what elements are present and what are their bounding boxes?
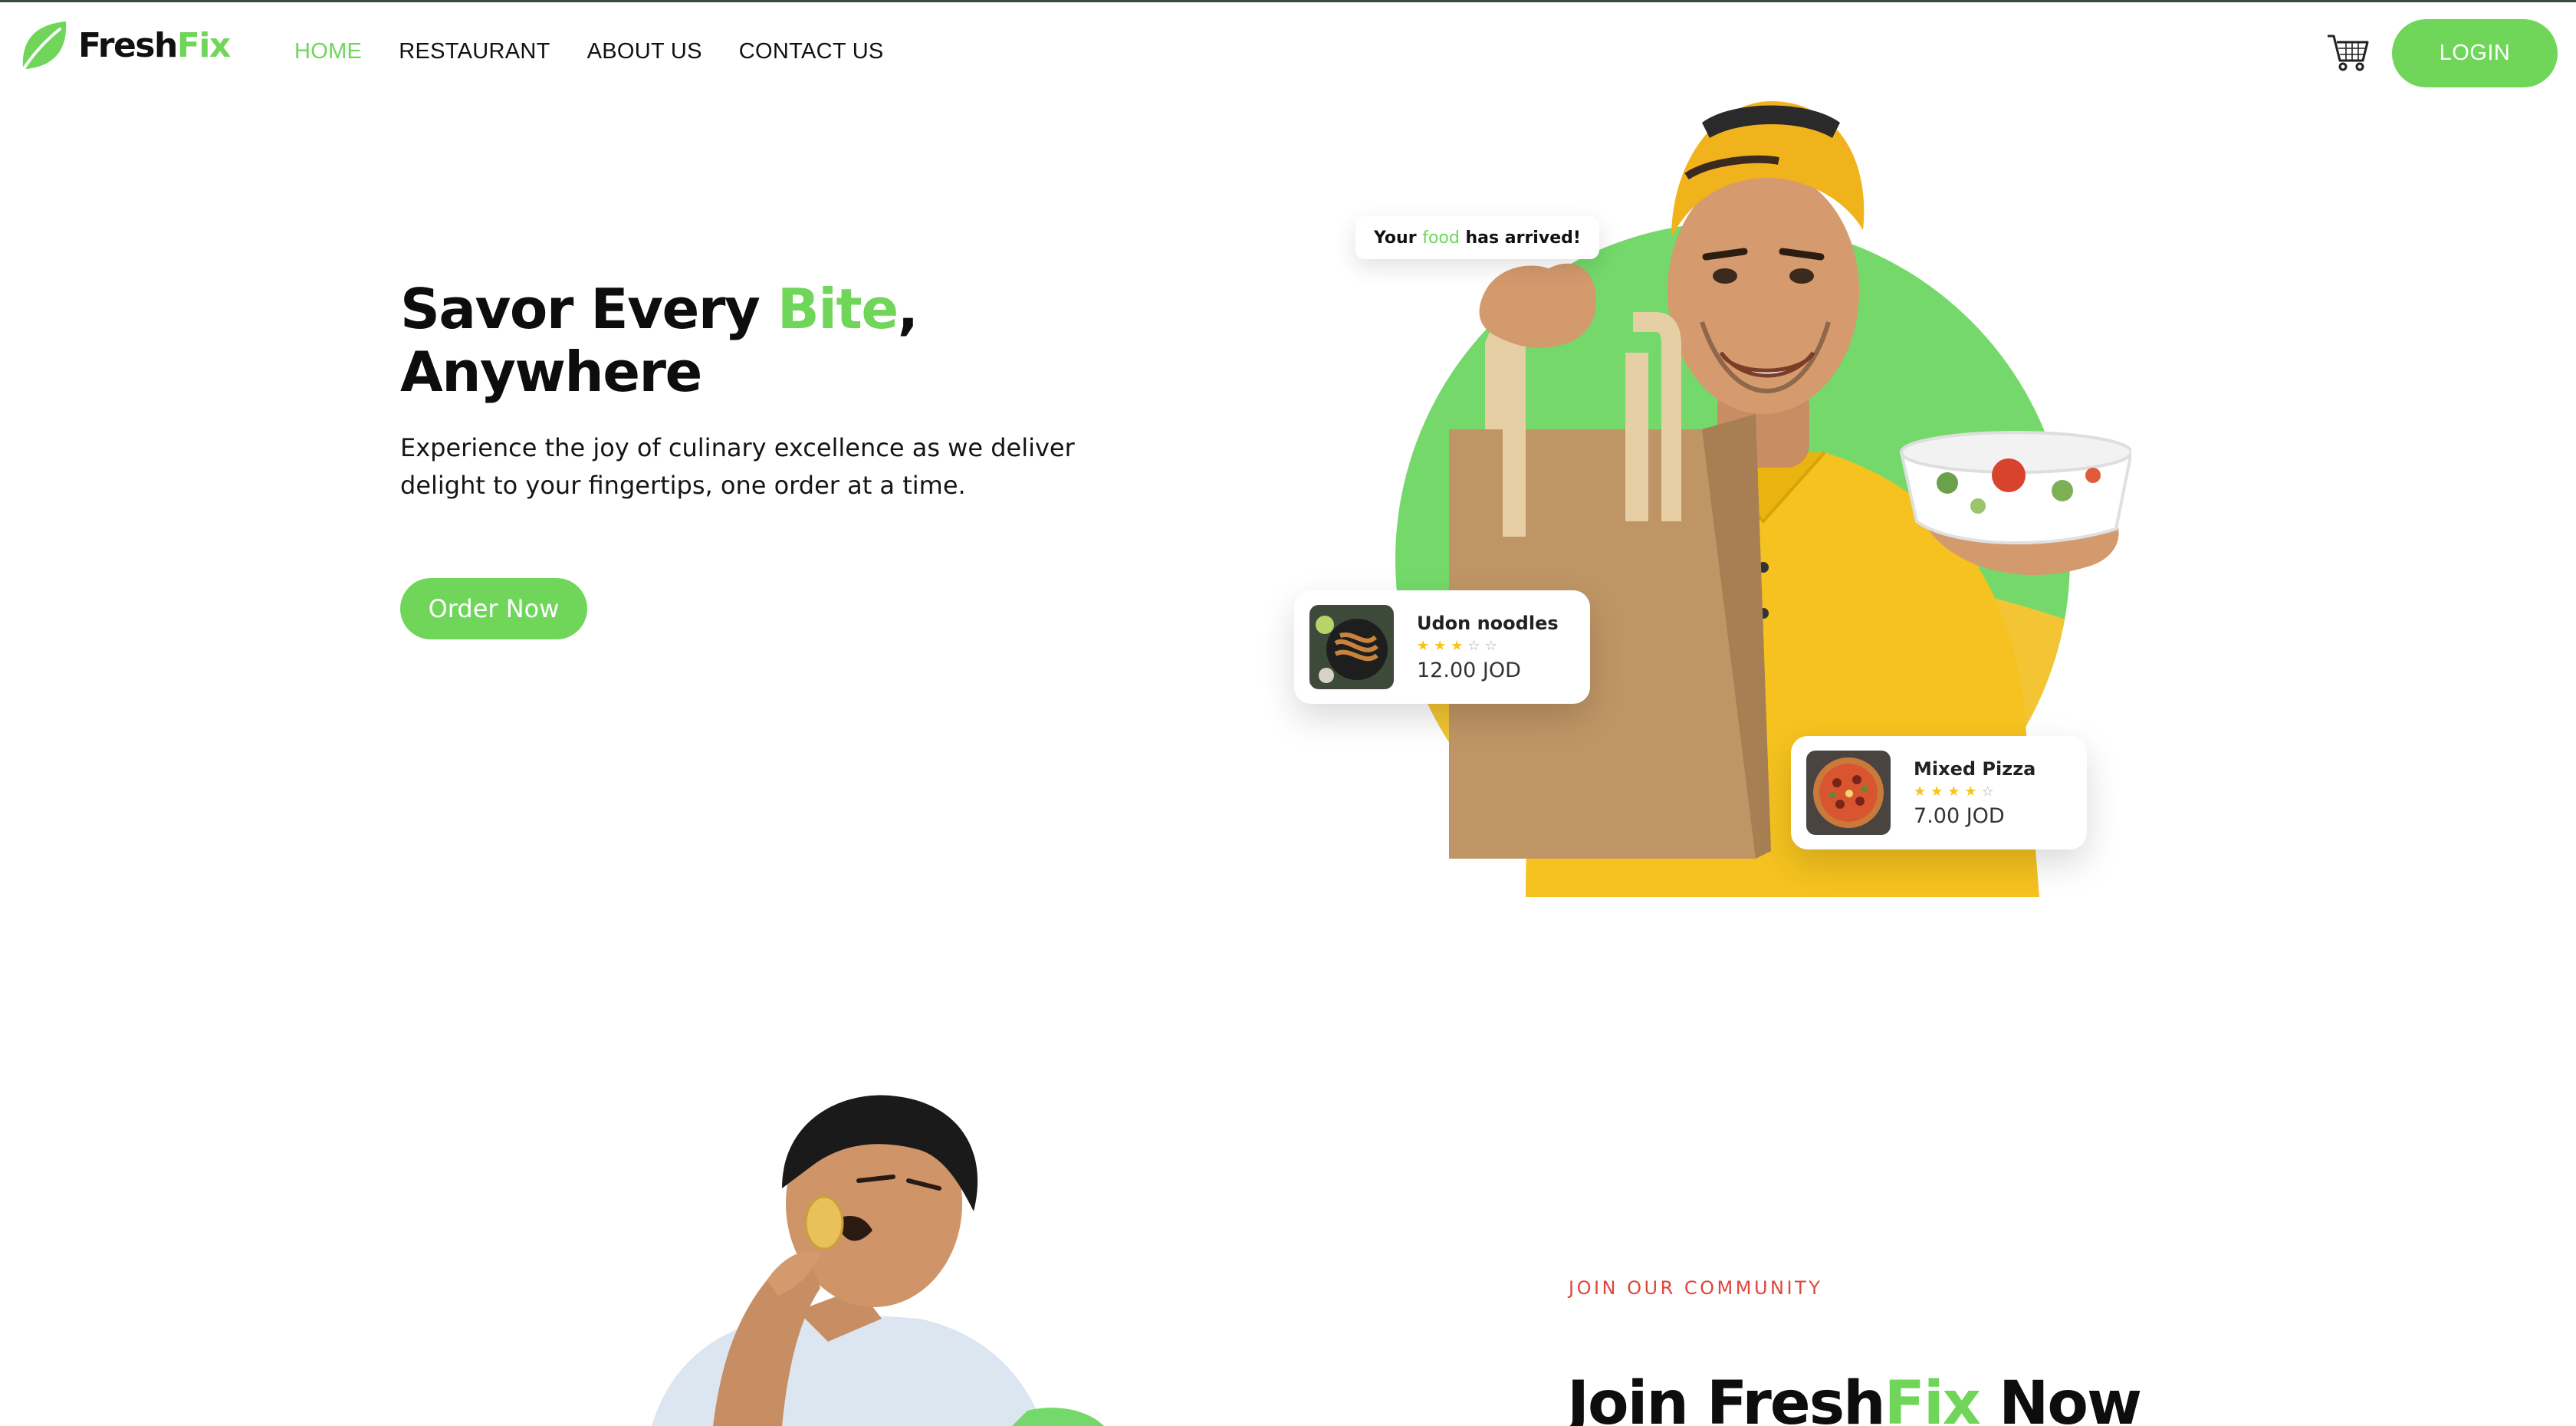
brand-logo[interactable]: FreshFix (17, 18, 231, 73)
community-kicker: JOIN OUR COMMUNITY (1569, 1277, 1823, 1299)
food-name: Udon noodles (1417, 612, 1559, 634)
login-button[interactable]: LOGIN (2392, 19, 2558, 87)
star-filled-icon: ★ (1930, 783, 1944, 800)
star-empty-icon: ☆ (1484, 637, 1497, 654)
star-empty-icon: ☆ (1467, 637, 1480, 654)
star-filled-icon: ★ (1417, 637, 1430, 654)
star-filled-icon: ★ (1914, 783, 1927, 800)
star-filled-icon: ★ (1964, 783, 1977, 800)
hero-subtitle: Experience the joy of culinary excellenc… (400, 433, 1075, 500)
food-name: Mixed Pizza (1914, 757, 2036, 780)
food-card-pizza[interactable]: Mixed Pizza ★ ★ ★ ★ ☆ 7.00 JOD (1791, 736, 2087, 849)
star-filled-icon: ★ (1451, 637, 1464, 654)
noodles-thumbnail (1309, 605, 1394, 689)
hero-title: Savor Every Bite, Anywhere (400, 277, 918, 404)
food-price: 12.00 JOD (1417, 658, 1521, 682)
main-nav: HOME RESTAURANT ABOUT US CONTACT US (294, 39, 884, 64)
leaf-icon (22, 21, 67, 69)
food-card-udon[interactable]: Udon noodles ★ ★ ★ ☆ ☆ 12.00 JOD (1294, 590, 1590, 704)
order-now-button[interactable]: Order Now (400, 578, 587, 639)
food-arrived-toast: Your food has arrived! (1355, 216, 1599, 259)
rating-stars: ★ ★ ★ ★ ☆ (1914, 784, 2036, 800)
brand-name: FreshFix (78, 25, 231, 65)
rating-stars: ★ ★ ★ ☆ ☆ (1417, 637, 1559, 654)
star-filled-icon: ★ (1434, 637, 1447, 654)
nav-link-contact[interactable]: CONTACT US (739, 39, 884, 64)
navbar: FreshFix HOME RESTAURANT ABOUT US CONTAC… (0, 2, 2576, 106)
star-empty-icon: ☆ (1981, 783, 1994, 800)
cart-icon[interactable] (2326, 33, 2369, 73)
man-eating-chip-illustration (652, 1095, 1104, 1426)
community-title: Join FreshFix Now (1567, 1369, 2142, 1426)
star-filled-icon: ★ (1947, 783, 1960, 800)
nav-link-about[interactable]: ABOUT US (587, 39, 702, 64)
pizza-thumbnail (1806, 751, 1891, 835)
food-price: 7.00 JOD (1914, 803, 2005, 828)
nav-link-home[interactable]: HOME (294, 39, 362, 64)
hero-title-highlight: Bite (777, 277, 899, 341)
nav-link-restaurant[interactable]: RESTAURANT (399, 39, 550, 64)
